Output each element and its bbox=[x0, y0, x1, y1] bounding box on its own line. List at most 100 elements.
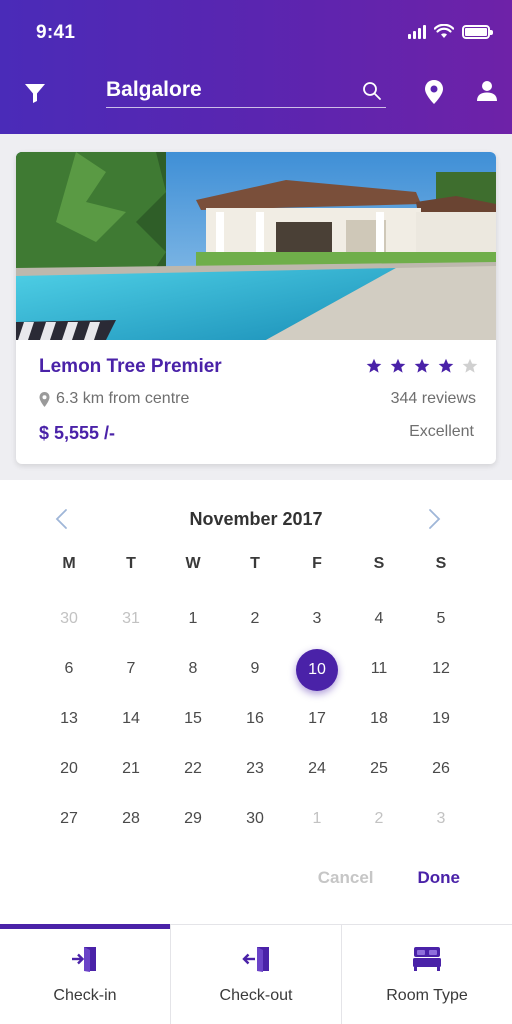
calendar-day[interactable]: 23 bbox=[224, 749, 286, 789]
search-button[interactable] bbox=[362, 81, 384, 103]
location-pin-icon bbox=[425, 80, 443, 104]
calendar-day[interactable]: 19 bbox=[410, 699, 472, 739]
star-filled-icon bbox=[366, 358, 382, 373]
calendar-day[interactable]: 22 bbox=[162, 749, 224, 789]
calendar-day[interactable]: 30 bbox=[224, 799, 286, 839]
calendar-day[interactable]: 1 bbox=[162, 599, 224, 639]
hotel-card[interactable]: Lemon Tree Premier 6.3 km from centre 34… bbox=[16, 152, 496, 464]
battery-icon bbox=[462, 24, 493, 39]
calendar-day: 1 bbox=[286, 799, 348, 839]
tab-check-in[interactable]: Check-in bbox=[0, 924, 171, 1024]
star-filled-icon bbox=[414, 358, 430, 373]
calendar-day[interactable]: 18 bbox=[348, 699, 410, 739]
calendar-day[interactable]: 26 bbox=[410, 749, 472, 789]
tab-label: Check-out bbox=[219, 987, 293, 1004]
profile-button[interactable] bbox=[476, 80, 500, 106]
check-out-icon bbox=[242, 947, 269, 972]
calendar-day-number: 8 bbox=[188, 660, 198, 677]
calendar-day[interactable]: 6 bbox=[38, 649, 100, 689]
calendar-day-number: 4 bbox=[374, 610, 384, 627]
weekday-label: F bbox=[312, 555, 322, 572]
calendar-day-number: 14 bbox=[122, 710, 140, 727]
calendar-day-number: 1 bbox=[188, 610, 198, 627]
calendar-day-number: 18 bbox=[370, 710, 388, 727]
location-button[interactable] bbox=[424, 80, 448, 106]
calendar-day: 3 bbox=[410, 799, 472, 839]
calendar-day-selected[interactable]: 10 bbox=[286, 649, 348, 691]
calendar-day[interactable]: 12 bbox=[410, 649, 472, 689]
calendar-day-number: 27 bbox=[60, 810, 78, 827]
calendar-day-number: 26 bbox=[432, 760, 450, 777]
calendar-day-number: 13 bbox=[60, 710, 78, 727]
search-row bbox=[0, 74, 512, 114]
calendar-day-number: 30 bbox=[60, 610, 78, 627]
calendar-day[interactable]: 21 bbox=[100, 749, 162, 789]
calendar-day[interactable]: 20 bbox=[38, 749, 100, 789]
weekday-label: S bbox=[435, 555, 447, 572]
calendar-day-number: 9 bbox=[250, 660, 260, 677]
calendar-week-row: 30 31 1 2 3 4 5 bbox=[38, 594, 472, 644]
calendar-day[interactable]: 17 bbox=[286, 699, 348, 739]
calendar-day[interactable]: 8 bbox=[162, 649, 224, 689]
calendar-day[interactable]: 28 bbox=[100, 799, 162, 839]
date-picker: November 2017 M T W T F S S 30 31 1 2 3 4 5 6 7 8 9 10 11 12… bbox=[0, 480, 512, 924]
calendar-day-number: 19 bbox=[432, 710, 450, 727]
filter-button[interactable] bbox=[22, 80, 48, 106]
calendar-day[interactable]: 4 bbox=[348, 599, 410, 639]
calendar-week-row: 20 21 22 23 24 25 26 bbox=[38, 744, 472, 794]
calendar-day[interactable]: 2 bbox=[224, 599, 286, 639]
weekday-row: MTWTFSS bbox=[38, 552, 472, 594]
calendar-day-number: 10 bbox=[296, 649, 338, 691]
wifi-icon bbox=[434, 24, 454, 38]
calendar-day: 31 bbox=[100, 599, 162, 639]
bottom-tab-bar: Check-in Check-out Room Type bbox=[0, 924, 512, 1024]
calendar-day[interactable]: 24 bbox=[286, 749, 348, 789]
calendar-day-number: 6 bbox=[64, 660, 74, 677]
calendar-day[interactable]: 7 bbox=[100, 649, 162, 689]
calendar-day[interactable]: 13 bbox=[38, 699, 100, 739]
calendar-day-number: 25 bbox=[370, 760, 388, 777]
calendar-day-number: 11 bbox=[370, 660, 388, 677]
calendar-day-number: 28 bbox=[122, 810, 140, 827]
bed-icon bbox=[413, 947, 441, 971]
star-rating bbox=[366, 358, 478, 374]
calendar-day-number: 17 bbox=[308, 710, 326, 727]
calendar-day[interactable]: 25 bbox=[348, 749, 410, 789]
calendar-actions: Cancel Done bbox=[318, 868, 460, 888]
star-filled-icon bbox=[390, 358, 406, 373]
calendar-day-number: 15 bbox=[184, 710, 202, 727]
cancel-button[interactable]: Cancel bbox=[318, 868, 374, 888]
calendar-day[interactable]: 16 bbox=[224, 699, 286, 739]
calendar-day[interactable]: 14 bbox=[100, 699, 162, 739]
reviews-count[interactable]: 344 reviews bbox=[391, 390, 476, 408]
search-box bbox=[106, 74, 386, 108]
rating-label: Excellent bbox=[409, 423, 474, 440]
check-in-icon bbox=[72, 947, 96, 972]
cellular-signal-icon bbox=[408, 24, 426, 39]
calendar-day-number: 29 bbox=[184, 810, 202, 827]
weekday-label: T bbox=[126, 555, 136, 572]
calendar-grid: M T W T F S S 30 31 1 2 3 4 5 6 7 8 9 10 11 12 13 14 15 16 17 18 19… bbox=[38, 552, 472, 844]
calendar-day[interactable]: 29 bbox=[162, 799, 224, 839]
tab-check-out[interactable]: Check-out bbox=[171, 925, 342, 1024]
search-input[interactable] bbox=[106, 76, 346, 104]
calendar-day-number: 3 bbox=[436, 810, 446, 827]
calendar-day[interactable]: 15 bbox=[162, 699, 224, 739]
calendar-day-number: 30 bbox=[246, 810, 264, 827]
star-empty-icon bbox=[462, 358, 478, 373]
calendar-day-number: 20 bbox=[60, 760, 78, 777]
filter-icon bbox=[25, 84, 45, 103]
weekday-label: S bbox=[373, 555, 385, 572]
calendar-day[interactable]: 3 bbox=[286, 599, 348, 639]
calendar-day[interactable]: 27 bbox=[38, 799, 100, 839]
tab-label: Check-in bbox=[53, 987, 117, 1004]
next-month-button[interactable] bbox=[428, 508, 448, 532]
calendar-day: 2 bbox=[348, 799, 410, 839]
done-button[interactable]: Done bbox=[418, 868, 461, 888]
calendar-day[interactable]: 11 bbox=[348, 649, 410, 689]
calendar-day[interactable]: 5 bbox=[410, 599, 472, 639]
calendar-week-row: 6 7 8 9 10 11 12 bbox=[38, 644, 472, 694]
calendar-day[interactable]: 9 bbox=[224, 649, 286, 689]
tab-room-type[interactable]: Room Type bbox=[342, 925, 512, 1024]
hotel-name[interactable]: Lemon Tree Premier bbox=[39, 356, 222, 378]
